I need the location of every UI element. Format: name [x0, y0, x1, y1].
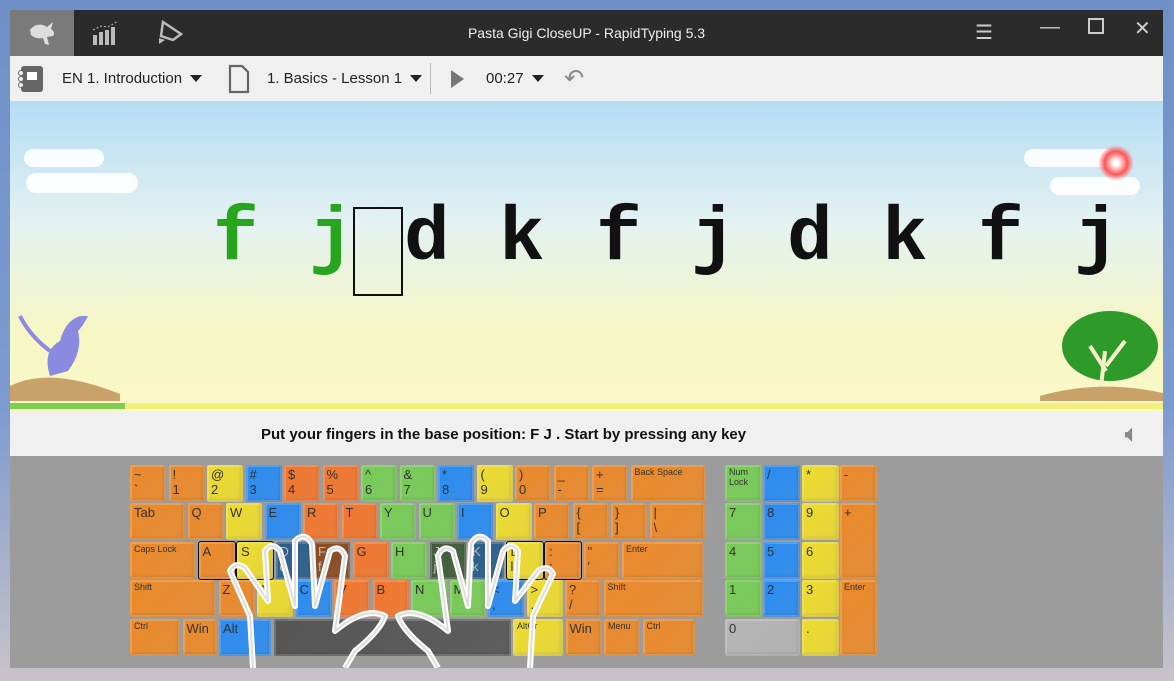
course-label: EN 1. Introduction: [62, 70, 183, 87]
exercise-scene: fjdkfjdkfj: [10, 101, 1163, 411]
course-dropdown[interactable]: EN 1. Introduction: [62, 56, 203, 101]
left-hand-icon: [227, 533, 388, 668]
virtual-keyboard: ~ `! 1 @2 #3 $4% 5 ^ 6 & 7 * 8(9) 0 _ - + = Back Space Tab Q…: [10, 456, 1163, 668]
typed-char: j: [309, 196, 355, 282]
speaker-icon[interactable]: 🔈︎: [1125, 421, 1138, 447]
right-hand-icon: [395, 533, 556, 668]
chevron-down-icon: [531, 75, 544, 82]
lesson-label: 1. Basics - Lesson 1: [267, 70, 403, 87]
toolbar-divider: [430, 63, 431, 94]
cloud-decoration: [24, 149, 104, 167]
cloud-decoration: [26, 173, 138, 193]
lesson-file-icon: [228, 56, 250, 101]
pending-char: f: [978, 196, 1024, 282]
pending-char: d: [787, 196, 833, 282]
chevron-down-icon: [410, 75, 423, 82]
status-bar: Put your fingers in the base position: F…: [10, 411, 1163, 456]
lesson-dropdown[interactable]: 1. Basics - Lesson 1: [267, 56, 423, 101]
typed-char: f: [213, 196, 259, 282]
kangaroo-illustration: [10, 315, 120, 401]
minimize-icon[interactable]: —: [1040, 16, 1060, 39]
pending-char: k: [499, 196, 545, 282]
maximize-icon[interactable]: [1088, 18, 1104, 34]
pending-char: k: [882, 196, 928, 282]
pending-char: d: [404, 196, 450, 282]
toolbar: EN 1. Introduction 1. Basics - Lesson 1 …: [10, 56, 1163, 101]
text-cursor: [353, 207, 403, 296]
undo-icon[interactable]: ↶: [564, 56, 584, 101]
hands-overlay: [227, 533, 556, 668]
sun-decoration: [1098, 145, 1134, 181]
status-message: Put your fingers in the base position: F…: [261, 426, 747, 443]
app-window: Pasta Gigi CloseUP - RapidTyping 5.3 ☰ —…: [10, 10, 1163, 668]
lesson-progress-fill: [10, 403, 126, 409]
tree-illustration: [1040, 311, 1163, 401]
lesson-progress-bar: [10, 403, 1163, 409]
play-button[interactable]: [451, 56, 464, 101]
pending-char: j: [691, 196, 737, 282]
title-bar: Pasta Gigi CloseUP - RapidTyping 5.3 ☰ —…: [10, 10, 1163, 56]
timer-label: 00:27: [486, 70, 524, 87]
play-icon: [451, 69, 464, 88]
pending-char: f: [596, 196, 642, 282]
course-book-icon[interactable]: [16, 56, 46, 101]
close-icon[interactable]: ✕: [1134, 16, 1151, 41]
chevron-down-icon: [190, 75, 203, 82]
menu-icon[interactable]: ☰: [975, 20, 993, 45]
pending-char: j: [1074, 196, 1120, 282]
cloud-decoration: [1050, 177, 1140, 195]
timer-dropdown[interactable]: 00:27: [486, 56, 544, 101]
